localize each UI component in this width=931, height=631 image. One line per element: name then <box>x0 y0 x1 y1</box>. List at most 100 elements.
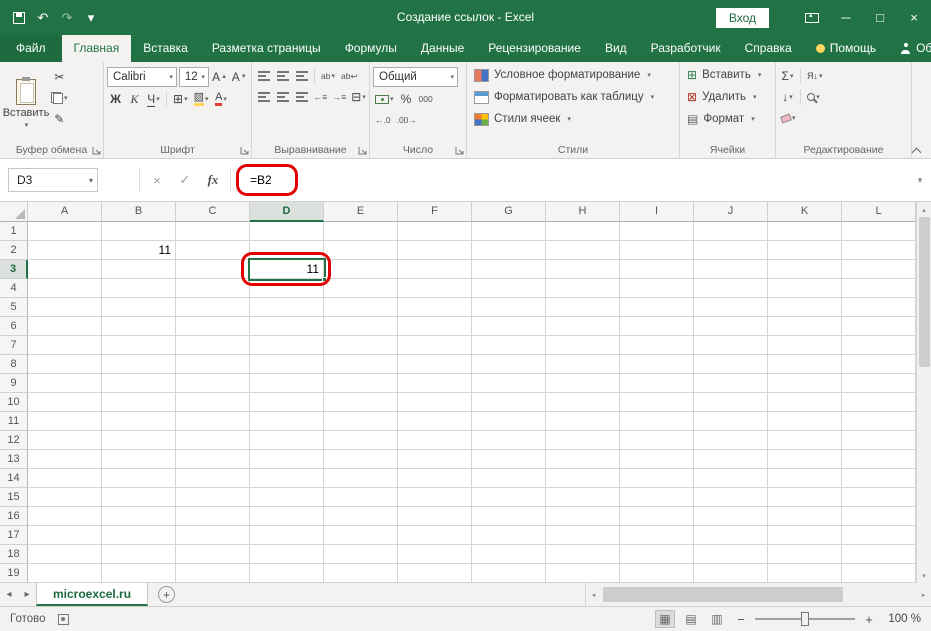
cell-H4[interactable] <box>546 279 620 298</box>
cell-D15[interactable] <box>250 488 324 507</box>
cell-C6[interactable] <box>176 317 250 336</box>
cell-B7[interactable] <box>102 336 176 355</box>
cell-E5[interactable] <box>324 298 398 317</box>
cell-F6[interactable] <box>398 317 472 336</box>
row-header-15[interactable]: 15 <box>0 488 28 507</box>
cell-A19[interactable] <box>28 564 102 583</box>
cell-J8[interactable] <box>694 355 768 374</box>
cell-C12[interactable] <box>176 431 250 450</box>
cell-L19[interactable] <box>842 564 916 583</box>
clipboard-dialog-launcher[interactable] <box>92 146 102 156</box>
cell-F1[interactable] <box>398 222 472 241</box>
cell-J11[interactable] <box>694 412 768 431</box>
row-header-5[interactable]: 5 <box>0 298 28 317</box>
cell-H14[interactable] <box>546 469 620 488</box>
cell-C5[interactable] <box>176 298 250 317</box>
cell-J6[interactable] <box>694 317 768 336</box>
cell-E15[interactable] <box>324 488 398 507</box>
cell-I16[interactable] <box>620 507 694 526</box>
cell-E9[interactable] <box>324 374 398 393</box>
cell-F19[interactable] <box>398 564 472 583</box>
horizontal-scroll-thumb[interactable] <box>603 587 843 602</box>
decrease-indent-icon[interactable]: ←≡ <box>312 88 329 106</box>
tab-вид[interactable]: Вид <box>593 35 639 62</box>
cell-C9[interactable] <box>176 374 250 393</box>
cell-J2[interactable] <box>694 241 768 260</box>
cell-A5[interactable] <box>28 298 102 317</box>
cell-K13[interactable] <box>768 450 842 469</box>
align-top-icon[interactable] <box>255 67 272 85</box>
row-header-18[interactable]: 18 <box>0 545 28 564</box>
cell-A18[interactable] <box>28 545 102 564</box>
cell-H9[interactable] <box>546 374 620 393</box>
cell-H6[interactable] <box>546 317 620 336</box>
cell-G13[interactable] <box>472 450 546 469</box>
cell-L16[interactable] <box>842 507 916 526</box>
merge-center-icon[interactable]: ⊟▾ <box>350 88 367 106</box>
cell-F10[interactable] <box>398 393 472 412</box>
close-icon[interactable]: × <box>897 0 931 35</box>
column-header-G[interactable]: G <box>472 202 546 222</box>
cell-H15[interactable] <box>546 488 620 507</box>
cell-K7[interactable] <box>768 336 842 355</box>
cell-H1[interactable] <box>546 222 620 241</box>
cell-I9[interactable] <box>620 374 694 393</box>
fill-handle[interactable] <box>322 277 327 282</box>
cancel-formula-icon[interactable]: × <box>143 167 171 193</box>
cell-B15[interactable] <box>102 488 176 507</box>
bold-button[interactable]: Ж <box>107 90 124 108</box>
cell-A12[interactable] <box>28 431 102 450</box>
row-header-11[interactable]: 11 <box>0 412 28 431</box>
undo-icon[interactable]: ↶ <box>32 7 54 29</box>
tab-формулы[interactable]: Формулы <box>333 35 409 62</box>
cell-C3[interactable] <box>176 260 250 279</box>
cell-B8[interactable] <box>102 355 176 374</box>
cell-J16[interactable] <box>694 507 768 526</box>
cell-J4[interactable] <box>694 279 768 298</box>
font-dialog-launcher[interactable] <box>240 146 250 156</box>
cell-B9[interactable] <box>102 374 176 393</box>
redo-icon[interactable]: ↷ <box>56 7 78 29</box>
row-header-16[interactable]: 16 <box>0 507 28 526</box>
cell-G2[interactable] <box>472 241 546 260</box>
cell-I19[interactable] <box>620 564 694 583</box>
cell-D13[interactable] <box>250 450 324 469</box>
cell-L12[interactable] <box>842 431 916 450</box>
sort-filter-button[interactable]: Я↓▾ <box>805 67 825 85</box>
clear-button[interactable]: ▾ <box>779 109 798 127</box>
cell-D3[interactable]: 11 <box>250 260 324 279</box>
cell-H13[interactable] <box>546 450 620 469</box>
cell-J9[interactable] <box>694 374 768 393</box>
cell-F11[interactable] <box>398 412 472 431</box>
vertical-scroll-track[interactable] <box>917 217 931 568</box>
tab-данные[interactable]: Данные <box>409 35 476 62</box>
cell-B3[interactable] <box>102 260 176 279</box>
cell-D6[interactable] <box>250 317 324 336</box>
cell-B14[interactable] <box>102 469 176 488</box>
format-painter-icon[interactable]: ✎ <box>49 110 70 128</box>
cell-J18[interactable] <box>694 545 768 564</box>
cell-J3[interactable] <box>694 260 768 279</box>
align-middle-icon[interactable] <box>274 67 291 85</box>
cell-L9[interactable] <box>842 374 916 393</box>
cell-B5[interactable] <box>102 298 176 317</box>
cell-H8[interactable] <box>546 355 620 374</box>
tab-справка[interactable]: Справка <box>733 35 804 62</box>
cell-D11[interactable] <box>250 412 324 431</box>
cell-L7[interactable] <box>842 336 916 355</box>
cell-F2[interactable] <box>398 241 472 260</box>
number-format-select[interactable]: Общий▾ <box>373 67 458 87</box>
cell-B12[interactable] <box>102 431 176 450</box>
cell-L10[interactable] <box>842 393 916 412</box>
cell-F8[interactable] <box>398 355 472 374</box>
cell-I7[interactable] <box>620 336 694 355</box>
cell-D2[interactable] <box>250 241 324 260</box>
cut-icon[interactable]: ✂ <box>49 68 70 86</box>
cell-D5[interactable] <box>250 298 324 317</box>
cell-G4[interactable] <box>472 279 546 298</box>
insert-cells-button[interactable]: ⊞ Вставить▾ <box>683 64 772 86</box>
column-header-B[interactable]: B <box>102 202 176 222</box>
cell-J13[interactable] <box>694 450 768 469</box>
cell-F18[interactable] <box>398 545 472 564</box>
cell-B4[interactable] <box>102 279 176 298</box>
